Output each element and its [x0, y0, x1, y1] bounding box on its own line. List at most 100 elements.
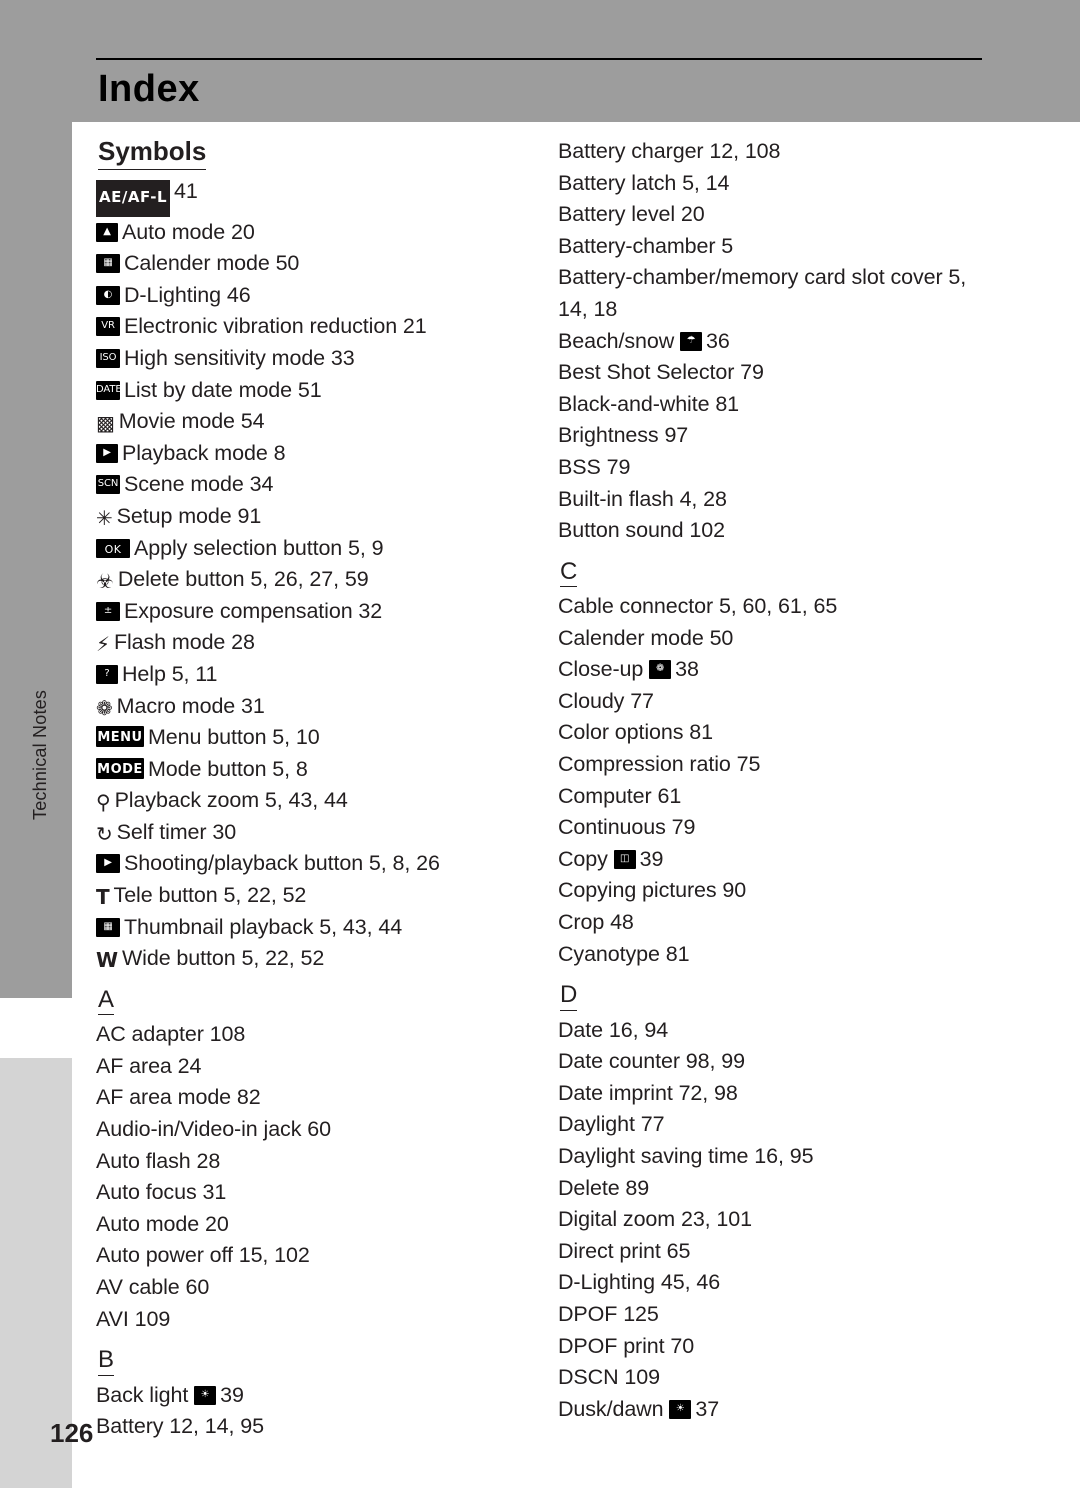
beach-snow-icon: ☂ [680, 331, 703, 351]
index-entry: Computer 61 [558, 783, 682, 808]
index-entry: Built-in flash 4, 28 [558, 486, 727, 511]
index-entry: SCN Scene mode 34 [96, 472, 274, 497]
index-entry: Date counter 98, 99 [558, 1049, 745, 1074]
help-icon: ? [96, 664, 118, 684]
index-entry: Compression ratio 75 [558, 752, 761, 777]
index-entry: Copying pictures 90 [558, 878, 747, 903]
index-column-left: Symbols AE/AF-L 41 ▲ Auto mode 20 ▦ Calende… [96, 136, 536, 1443]
index-entry: OK Apply selection button 5, 9 [96, 533, 536, 565]
left-margin-white-gap [0, 998, 72, 1058]
dusk-dawn-icon: ☀ [669, 1399, 692, 1419]
auto-mode-icon: ▲ [96, 222, 118, 242]
electronic-vibration-reduction-icon: VR [96, 317, 120, 337]
index-entry: AF area mode 82 [96, 1085, 261, 1110]
menu-button-icon: MENU [96, 726, 144, 748]
index-entry: ± Exposure compensation 32 [96, 596, 536, 628]
index-entry: ☣ Delete button 5, 26, 27, 59 [96, 567, 369, 594]
index-entry: Battery charger 12, 108 [558, 139, 781, 163]
page-title: Index [98, 68, 200, 110]
index-entry: Delete 89 [558, 1175, 650, 1200]
index-entry: Audio-in/Video-in jack 60 [96, 1117, 331, 1142]
apply-selection-button-icon: OK [96, 538, 130, 558]
index-entry: Continuous 79 [558, 815, 696, 840]
index-entry: Best Shot Selector 79 [558, 360, 764, 385]
playback-mode-icon: ▶ [96, 443, 118, 463]
delete-button-icon: ☣ [96, 569, 114, 594]
index-entry: Auto mode 20 [96, 1211, 229, 1236]
index-entry: Black-and-white 81 [558, 391, 740, 416]
index-entry: Crop 48 [558, 910, 634, 935]
title-rule [96, 58, 982, 60]
index-entry: Calender mode 50 [558, 625, 734, 650]
index-entry: W Wide button 5, 22, 52 [96, 946, 325, 973]
index-entry: ▲ Auto mode 20 [96, 217, 536, 249]
close-up-icon: ❁ [649, 660, 672, 680]
index-entry: MENU Menu button 5, 10 [96, 725, 320, 750]
index-entry: Color options 81 [558, 720, 713, 745]
index-entry: ? Help 5, 11 [96, 659, 536, 691]
index-entry: DPOF print 70 [558, 1333, 695, 1358]
index-entry: Button sound 102 [558, 518, 725, 543]
index-entry: ▦ Calender mode 50 [96, 248, 536, 280]
calender-mode-icon: ▦ [96, 254, 120, 274]
wide-button-icon: W [96, 948, 118, 973]
section-heading-b: B [98, 1346, 115, 1376]
index-entry: DSCN 109 [558, 1365, 660, 1390]
index-entry: Cyanotype 81 [558, 941, 690, 966]
index-entry: Battery-chamber 5 [558, 233, 734, 258]
index-entry: AC adapter 108 [96, 1022, 246, 1047]
index-entry: MODE Mode button 5, 8 [96, 756, 308, 781]
index-entry: AV cable 60 [96, 1274, 210, 1299]
scene-mode-icon: SCN [96, 475, 120, 495]
back-light-icon: ☀ [194, 1385, 217, 1405]
index-entry: Date 16, 94 [558, 1017, 669, 1042]
section-heading-c: C [560, 558, 578, 588]
exposure-compensation-icon: ± [96, 601, 120, 621]
setup-mode-icon: ✳ [96, 505, 113, 530]
mode-button-icon: MODE [96, 757, 144, 779]
page-number: 126 [50, 1418, 94, 1448]
thumbnail-playback-icon: ▦ [96, 917, 120, 937]
self-timer-icon: ↻ [96, 821, 113, 846]
index-entry: ▶ Playback mode 8 [96, 438, 536, 470]
d-lighting-icon: ◐ [96, 285, 120, 305]
high-sensitivity-mode-icon: ISO [96, 348, 120, 368]
ae-af-lock-icon: AE/AF-L [96, 180, 171, 217]
index-entry: DATE List by date mode 51 [96, 377, 322, 402]
index-entry: Cable connector 5, 60, 61, 65 [558, 594, 838, 619]
index-entry: Close-up ❁ 38 [558, 657, 699, 682]
index-entry: ↻ Self timer 30 [96, 819, 237, 846]
macro-mode-icon: ❁ [96, 695, 113, 720]
index-entry: D-Lighting 45, 46 [558, 1270, 721, 1295]
index-entry: AVI 109 [96, 1306, 171, 1331]
index-entry: ▶ Shooting/playback button 5, 8, 26 [96, 848, 536, 880]
index-entry: Digital zoom 23, 101 [558, 1207, 752, 1232]
index-entry: ⚲ Playback zoom 5, 43, 44 [96, 788, 348, 815]
copy-icon: ◫ [613, 849, 636, 869]
section-tab-label: Technical Notes [30, 689, 50, 820]
index-entry: Auto flash 28 [96, 1148, 221, 1173]
shooting-playback-button-icon: ▶ [96, 854, 120, 874]
index-entry: Dusk/dawn ☀ 37 [558, 1396, 720, 1421]
index-entry: DPOF 125 [558, 1301, 659, 1326]
index-entry: Daylight saving time 16, 95 [558, 1144, 814, 1168]
index-entry: T Tele button 5, 22, 52 [96, 883, 307, 910]
index-entry: ⚡ Flash mode 28 [96, 630, 255, 657]
flash-mode-icon: ⚡ [96, 632, 110, 657]
index-column-right: Battery charger 12, 108 Battery latch 5,… [558, 136, 998, 1425]
section-heading-a: A [98, 986, 115, 1016]
index-entry: ✳ Setup mode 91 [96, 503, 262, 530]
index-entry: BSS 79 [558, 454, 631, 479]
index-entry: ❁ Macro mode 31 [96, 693, 265, 720]
section-heading-d: D [560, 981, 578, 1011]
index-entry: Direct print 65 [558, 1238, 691, 1263]
index-entry: Battery level 20 [558, 202, 705, 227]
index-entry: ISO High sensitivity mode 33 [96, 343, 536, 375]
index-page: Technical Notes Index Symbols AE/AF-L 41 … [0, 0, 1080, 1488]
index-entry: VR Electronic vibration reduction 21 [96, 311, 536, 343]
left-margin-band [0, 122, 72, 998]
movie-mode-icon: ▩ [96, 411, 115, 436]
index-entry: ▦ Thumbnail playback 5, 43, 44 [96, 912, 536, 944]
index-entry: ▩ Movie mode 54 [96, 409, 265, 436]
index-entry: Auto focus 31 [96, 1180, 227, 1205]
